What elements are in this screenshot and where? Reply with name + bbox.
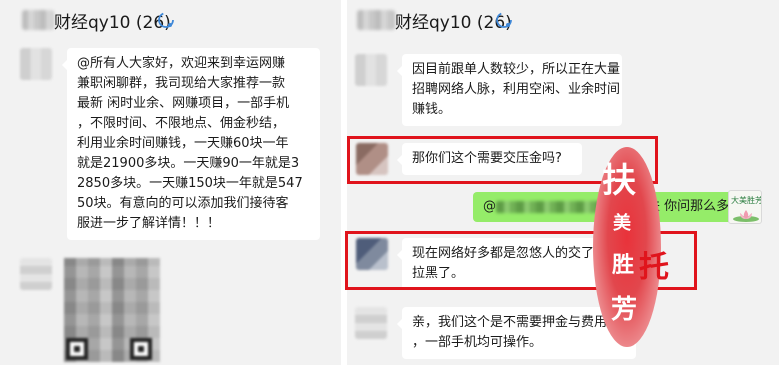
lotus-icon bbox=[733, 210, 759, 222]
message-line: 就是21900多块。一天赚90一年就是3 bbox=[77, 156, 300, 171]
qr-finder-pattern bbox=[130, 338, 152, 360]
self-avatar-label: 大美胜芳 bbox=[731, 196, 762, 205]
stamp-char: 胜 bbox=[612, 252, 635, 278]
chat-loading-icon[interactable] bbox=[495, 11, 513, 29]
message-line: ，不限时间、不限地点、佣金秒结， bbox=[77, 116, 286, 131]
message-line: 服进一步了解详情！！！ bbox=[77, 216, 221, 231]
chat-panel-left: 财经qy10 (26) @所有人大家好，欢迎来到幸运网赚 兼职闲聊群，我司现给大… bbox=[0, 0, 341, 365]
chat-title: 财经qy10 (26) bbox=[54, 13, 171, 33]
chat-loading-icon[interactable] bbox=[157, 11, 175, 29]
sender-avatar[interactable] bbox=[355, 54, 387, 86]
message-line: 因目前跟单人数较少，所以正在大量 bbox=[412, 62, 621, 77]
message-bubble-announcement[interactable]: @所有人大家好，欢迎来到幸运网赚 兼职闲聊群，我司现给大家推荐一款 最新 闲时业… bbox=[62, 48, 320, 240]
qr-code-image[interactable] bbox=[64, 258, 160, 362]
tuo-annotation: 托 bbox=[639, 250, 669, 285]
chat-title-bar: 财经qy10 (26) bbox=[347, 0, 779, 40]
mention-name-blur bbox=[496, 201, 604, 213]
sender-avatar[interactable] bbox=[20, 48, 52, 80]
title-name-blur bbox=[22, 10, 54, 30]
message-line: 兼职闲聊群，我司现给大家推荐一款 bbox=[77, 76, 286, 91]
stamp-char: 扶 bbox=[602, 161, 636, 201]
message-line: 50块。有意向的可以添加我们接待客 bbox=[77, 196, 289, 211]
message-line: 2850多块。一天赚150块一年就是547 bbox=[77, 176, 303, 191]
sender-avatar[interactable] bbox=[20, 258, 52, 290]
message-line: 最新 闲时业余、网赚项目，一部手机 bbox=[77, 96, 290, 111]
message-line: @所有人大家好，欢迎来到幸运网赚 bbox=[77, 56, 286, 71]
message-line: ，一部手机均可操作。 bbox=[412, 335, 543, 350]
self-avatar[interactable]: 大美胜芳 bbox=[728, 190, 762, 224]
mention-prefix: @ bbox=[483, 199, 496, 214]
qr-finder-pattern bbox=[66, 338, 88, 360]
title-name-blur bbox=[357, 10, 395, 30]
message-bubble[interactable]: 亲，我们这个是不需要押金与费用的 ，一部手机均可操作。 bbox=[397, 307, 636, 359]
sender-avatar[interactable] bbox=[355, 307, 387, 339]
stamp-char: 芳 bbox=[611, 295, 638, 325]
message-line: 招聘网络人脉，利用空闲、业余时间 bbox=[412, 82, 621, 97]
stamp-char: 美 bbox=[613, 213, 631, 234]
chat-title-bar: 财经qy10 (26) bbox=[0, 0, 341, 40]
message-line: 赚钱。 bbox=[412, 102, 452, 117]
message-line: 利用业余时间赚钱，一天赚60块一年 bbox=[77, 136, 289, 151]
message-bubble[interactable]: 因目前跟单人数较少，所以正在大量 招聘网络人脉，利用空闲、业余时间 赚钱。 bbox=[397, 54, 622, 126]
message-line: 亲，我们这个是不需要押金与费用的 bbox=[412, 315, 621, 330]
